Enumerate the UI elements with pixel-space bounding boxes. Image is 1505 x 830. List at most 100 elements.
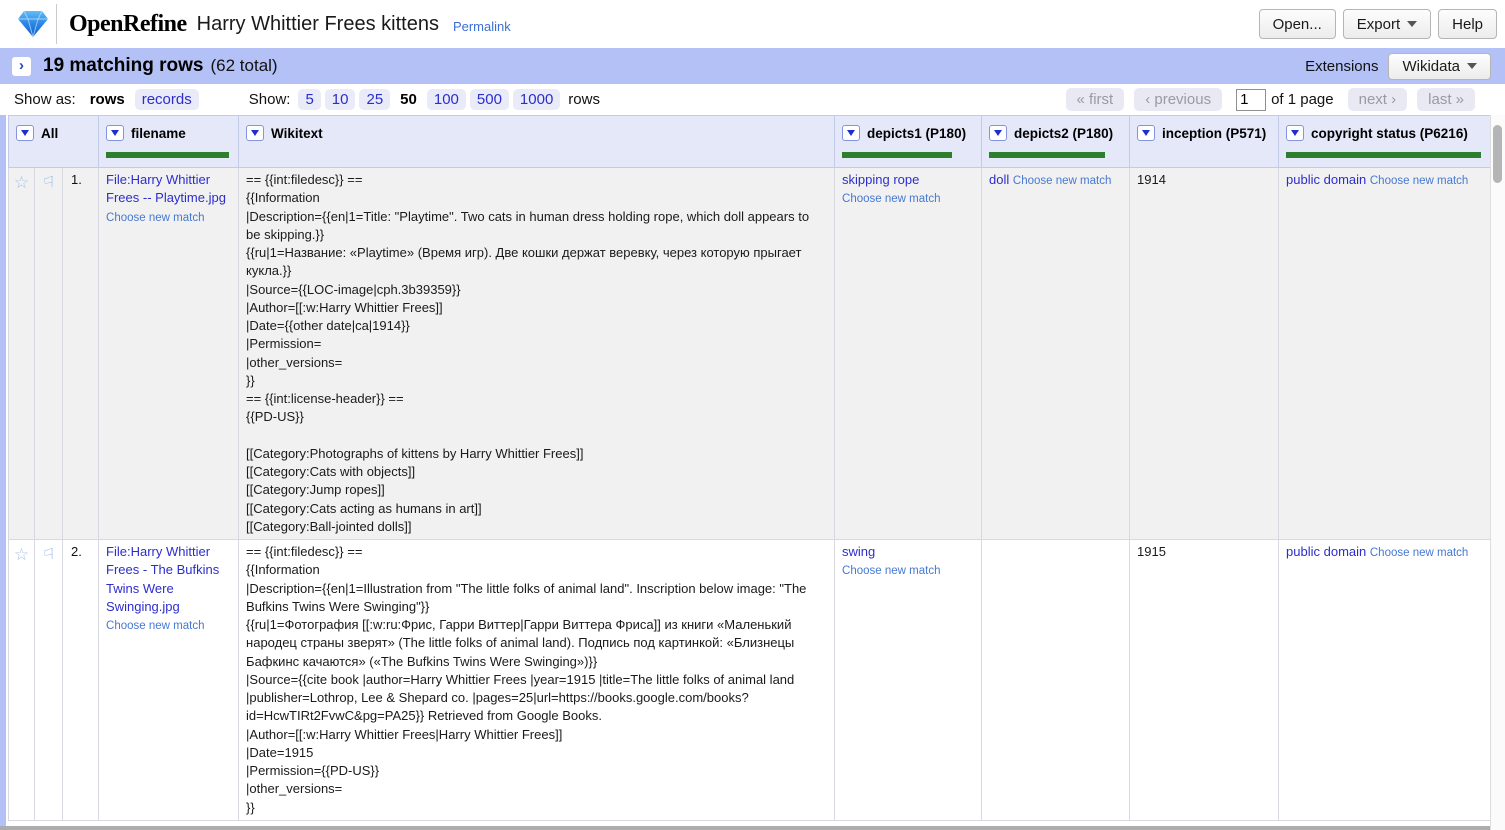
column-label: copyright status (P6216) xyxy=(1311,126,1468,141)
choose-new-match-link[interactable]: Choose new match xyxy=(842,191,940,207)
reconciliation-progress-bar xyxy=(989,152,1105,158)
chevron-down-icon xyxy=(251,130,259,136)
filename-cell: File:Harry Whittier Frees - The Bufkins … xyxy=(99,540,239,821)
choose-new-match-link[interactable]: Choose new match xyxy=(842,563,940,579)
column-header-filename: filename xyxy=(99,116,239,168)
page-size-100[interactable]: 100 xyxy=(427,89,466,110)
permalink-link[interactable]: Permalink xyxy=(453,19,511,34)
depicts2-cell: doll Choose new match xyxy=(982,168,1130,540)
reconciliation-progress-bar xyxy=(842,152,952,158)
choose-new-match-link[interactable]: Choose new match xyxy=(1013,173,1111,189)
wikitext-cell[interactable]: == {{int:filedesc}} == {{Information |De… xyxy=(239,540,835,821)
matched-entity-link[interactable]: skipping rope xyxy=(842,171,919,189)
depicts1-cell: skipping rope Choose new match xyxy=(835,168,982,540)
row-index: 2. xyxy=(63,540,99,821)
depicts1-cell: swing Choose new match xyxy=(835,540,982,821)
pagination-previous-button[interactable]: ‹ previous xyxy=(1134,88,1222,111)
help-button-label: Help xyxy=(1452,16,1483,33)
vertical-scrollbar-thumb[interactable] xyxy=(1493,125,1502,183)
wikidata-extension-label: Wikidata xyxy=(1402,58,1460,75)
page-size-unit-label: rows xyxy=(568,91,600,108)
flag-toggle[interactable]: ⚐ xyxy=(35,540,63,821)
matched-entity-link[interactable]: File:Harry Whittier Frees -- Playtime.jp… xyxy=(106,171,231,208)
open-button-label: Open... xyxy=(1273,16,1322,33)
copyright-status-cell: public domain Choose new match xyxy=(1279,540,1490,821)
table-header-row: All filename xyxy=(9,116,1491,168)
horizontal-scrollbar[interactable] xyxy=(0,826,1490,830)
choose-new-match-link[interactable]: Choose new match xyxy=(1370,173,1468,189)
wikitext-value: == {{int:filedesc}} == {{Information |De… xyxy=(246,543,827,817)
chevron-right-icon: › xyxy=(19,58,24,73)
chevron-down-icon xyxy=(1407,21,1417,27)
openrefine-app: OpenRefine Harry Whittier Frees kittens … xyxy=(0,0,1505,830)
depicts2-cell[interactable] xyxy=(982,540,1130,821)
choose-new-match-link[interactable]: Choose new match xyxy=(106,618,204,634)
copyright-status-cell: public domain Choose new match xyxy=(1279,168,1490,540)
chevron-down-icon xyxy=(111,130,119,136)
wikidata-extension-button[interactable]: Wikidata xyxy=(1388,53,1491,80)
star-toggle[interactable]: ☆ xyxy=(9,540,35,821)
star-toggle[interactable]: ☆ xyxy=(9,168,35,540)
row-index: 1. xyxy=(63,168,99,540)
pagination-first-button[interactable]: « first xyxy=(1066,88,1125,111)
chevron-down-icon xyxy=(994,130,1002,136)
inception-cell[interactable]: 1915 xyxy=(1130,540,1279,821)
help-button[interactable]: Help xyxy=(1438,9,1497,39)
inception-column-menu-button[interactable] xyxy=(1137,125,1155,141)
table-row: ☆ ⚐ 2. File:Harry Whittier Frees - The B… xyxy=(9,540,1491,821)
chevron-down-icon xyxy=(847,130,855,136)
export-button-label: Export xyxy=(1357,16,1400,33)
vertical-scrollbar[interactable] xyxy=(1490,115,1505,830)
matched-entity-link[interactable]: File:Harry Whittier Frees - The Bufkins … xyxy=(106,543,231,616)
page-size-25[interactable]: 25 xyxy=(359,89,390,110)
expand-facet-panel-button[interactable]: › xyxy=(12,57,31,76)
show-as-rows-option[interactable]: rows xyxy=(84,89,131,110)
depicts2-column-menu-button[interactable] xyxy=(989,125,1007,141)
column-label: depicts1 (P180) xyxy=(867,126,966,141)
openrefine-logo-icon[interactable] xyxy=(16,8,50,40)
wikitext-column-menu-button[interactable] xyxy=(246,125,264,141)
page-number-input[interactable] xyxy=(1236,89,1266,111)
project-title: Harry Whittier Frees kittens xyxy=(197,13,439,36)
column-header-wikitext: Wikitext xyxy=(239,116,835,168)
star-icon: ☆ xyxy=(14,545,29,565)
inception-cell[interactable]: 1914 xyxy=(1130,168,1279,540)
summary-bar: › 19 matching rows (62 total) Extensions… xyxy=(0,48,1505,84)
export-button[interactable]: Export xyxy=(1343,9,1431,39)
matching-rows-count: 19 matching rows xyxy=(43,55,204,77)
page-size-1000[interactable]: 1000 xyxy=(513,89,560,110)
page-size-50-selected[interactable]: 50 xyxy=(394,89,423,110)
column-header-inception: inception (P571) xyxy=(1130,116,1279,168)
open-button[interactable]: Open... xyxy=(1259,9,1336,39)
chevron-down-icon xyxy=(1142,130,1150,136)
page-size-500[interactable]: 500 xyxy=(470,89,509,110)
page-size-5[interactable]: 5 xyxy=(298,89,320,110)
choose-new-match-link[interactable]: Choose new match xyxy=(106,210,204,226)
all-column-menu-button[interactable] xyxy=(16,125,34,141)
column-label: filename xyxy=(131,126,186,141)
pagination-next-button[interactable]: next › xyxy=(1348,88,1408,111)
column-header-all: All xyxy=(9,116,99,168)
show-as-label: Show as: xyxy=(14,91,76,108)
matched-entity-link[interactable]: doll xyxy=(989,171,1009,189)
view-options-bar: Show as: rows records Show: 5 10 25 50 1… xyxy=(0,84,1505,115)
column-label: inception (P571) xyxy=(1162,126,1266,141)
reconciliation-progress-bar xyxy=(106,152,229,158)
filename-column-menu-button[interactable] xyxy=(106,125,124,141)
data-grid: All filename xyxy=(8,115,1490,830)
choose-new-match-link[interactable]: Choose new match xyxy=(1370,545,1468,561)
table-row: ☆ ⚐ 1. File:Harry Whittier Frees -- Play… xyxy=(9,168,1491,540)
flag-toggle[interactable]: ⚐ xyxy=(35,168,63,540)
page-size-10[interactable]: 10 xyxy=(325,89,356,110)
wikitext-cell[interactable]: == {{int:filedesc}} == {{Information |De… xyxy=(239,168,835,540)
depicts1-column-menu-button[interactable] xyxy=(842,125,860,141)
chevron-down-icon xyxy=(1467,63,1477,69)
show-label: Show: xyxy=(249,91,291,108)
matched-entity-link[interactable]: swing xyxy=(842,543,875,561)
matched-entity-link[interactable]: public domain xyxy=(1286,171,1366,189)
column-header-depicts1: depicts1 (P180) xyxy=(835,116,982,168)
matched-entity-link[interactable]: public domain xyxy=(1286,543,1366,561)
show-as-records-option[interactable]: records xyxy=(135,89,199,110)
copyright-status-column-menu-button[interactable] xyxy=(1286,125,1304,141)
pagination-last-button[interactable]: last » xyxy=(1417,88,1475,111)
